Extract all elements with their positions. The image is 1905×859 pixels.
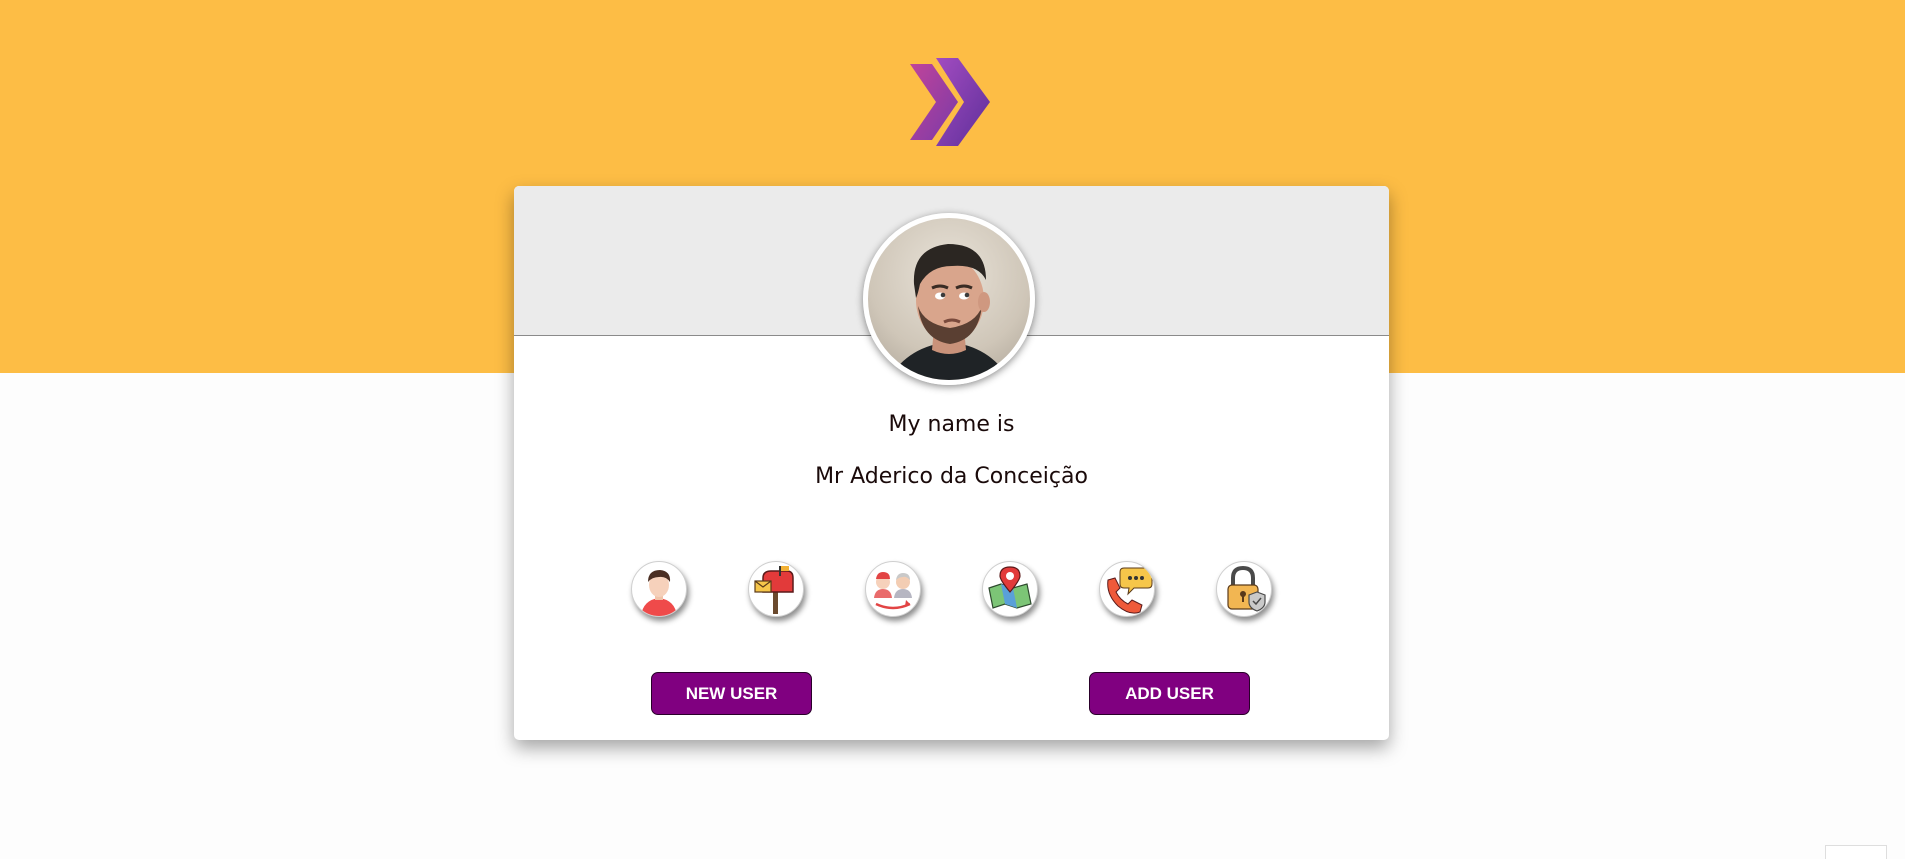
phone-icon[interactable] <box>1099 561 1155 617</box>
profile-value: Mr Aderico da Conceição <box>815 464 1088 489</box>
name-icon[interactable] <box>631 561 687 617</box>
user-profile-card: My name is Mr Aderico da Conceição NEW U… <box>514 186 1389 740</box>
add-user-button[interactable]: ADD USER <box>1089 672 1250 715</box>
mailbox-icon[interactable] <box>748 561 804 617</box>
profile-label: My name is <box>888 412 1015 437</box>
user-photo-avatar <box>863 213 1035 385</box>
password-lock-icon[interactable] <box>1216 561 1272 617</box>
corner-widget[interactable] <box>1825 845 1887 859</box>
location-map-icon[interactable] <box>982 561 1038 617</box>
info-icons-row <box>631 561 1272 621</box>
new-user-button[interactable]: NEW USER <box>651 672 812 715</box>
age-icon[interactable] <box>865 561 921 617</box>
double-chevron-logo-icon <box>910 58 990 146</box>
